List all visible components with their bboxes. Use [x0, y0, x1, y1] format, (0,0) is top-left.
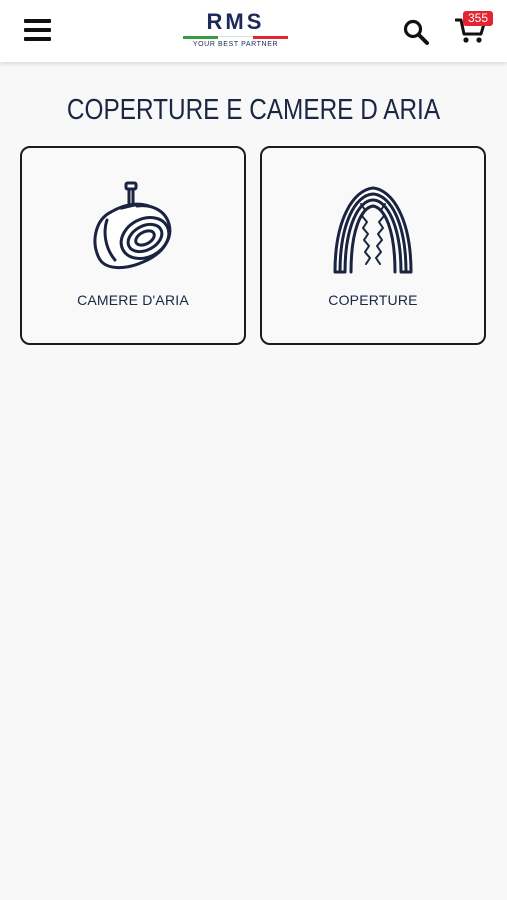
menu-bar-3 [24, 37, 51, 41]
search-icon [403, 19, 429, 45]
menu-button[interactable] [24, 17, 52, 43]
category-card-camere-daria[interactable]: CAMERE D'ARIA [20, 146, 246, 345]
logo-tagline: YOUR BEST PARTNER [192, 41, 279, 48]
category-label: CAMERE D'ARIA [77, 292, 189, 308]
logo-stripe-white [218, 36, 253, 39]
menu-bar-1 [24, 19, 51, 23]
logo-stripe-green [183, 36, 218, 39]
rms-logo[interactable]: RMS YOUR BEST PARTNER [179, 10, 292, 50]
logo-wordmark: RMS [206, 9, 265, 34]
cart-count-badge: 355 [463, 11, 493, 26]
search-button[interactable] [402, 18, 430, 46]
inner-tube-icon [93, 181, 172, 269]
page-title: COPERTURE E CAMERE D ARIA [66, 94, 441, 126]
logo-stripe-red [253, 36, 288, 39]
top-app-bar: RMS YOUR BEST PARTNER 355 [0, 0, 507, 62]
category-label: COPERTURE [328, 292, 418, 308]
tire-icon [333, 186, 413, 274]
category-card-coperture[interactable]: COPERTURE [260, 146, 486, 345]
menu-bar-2 [24, 28, 51, 32]
